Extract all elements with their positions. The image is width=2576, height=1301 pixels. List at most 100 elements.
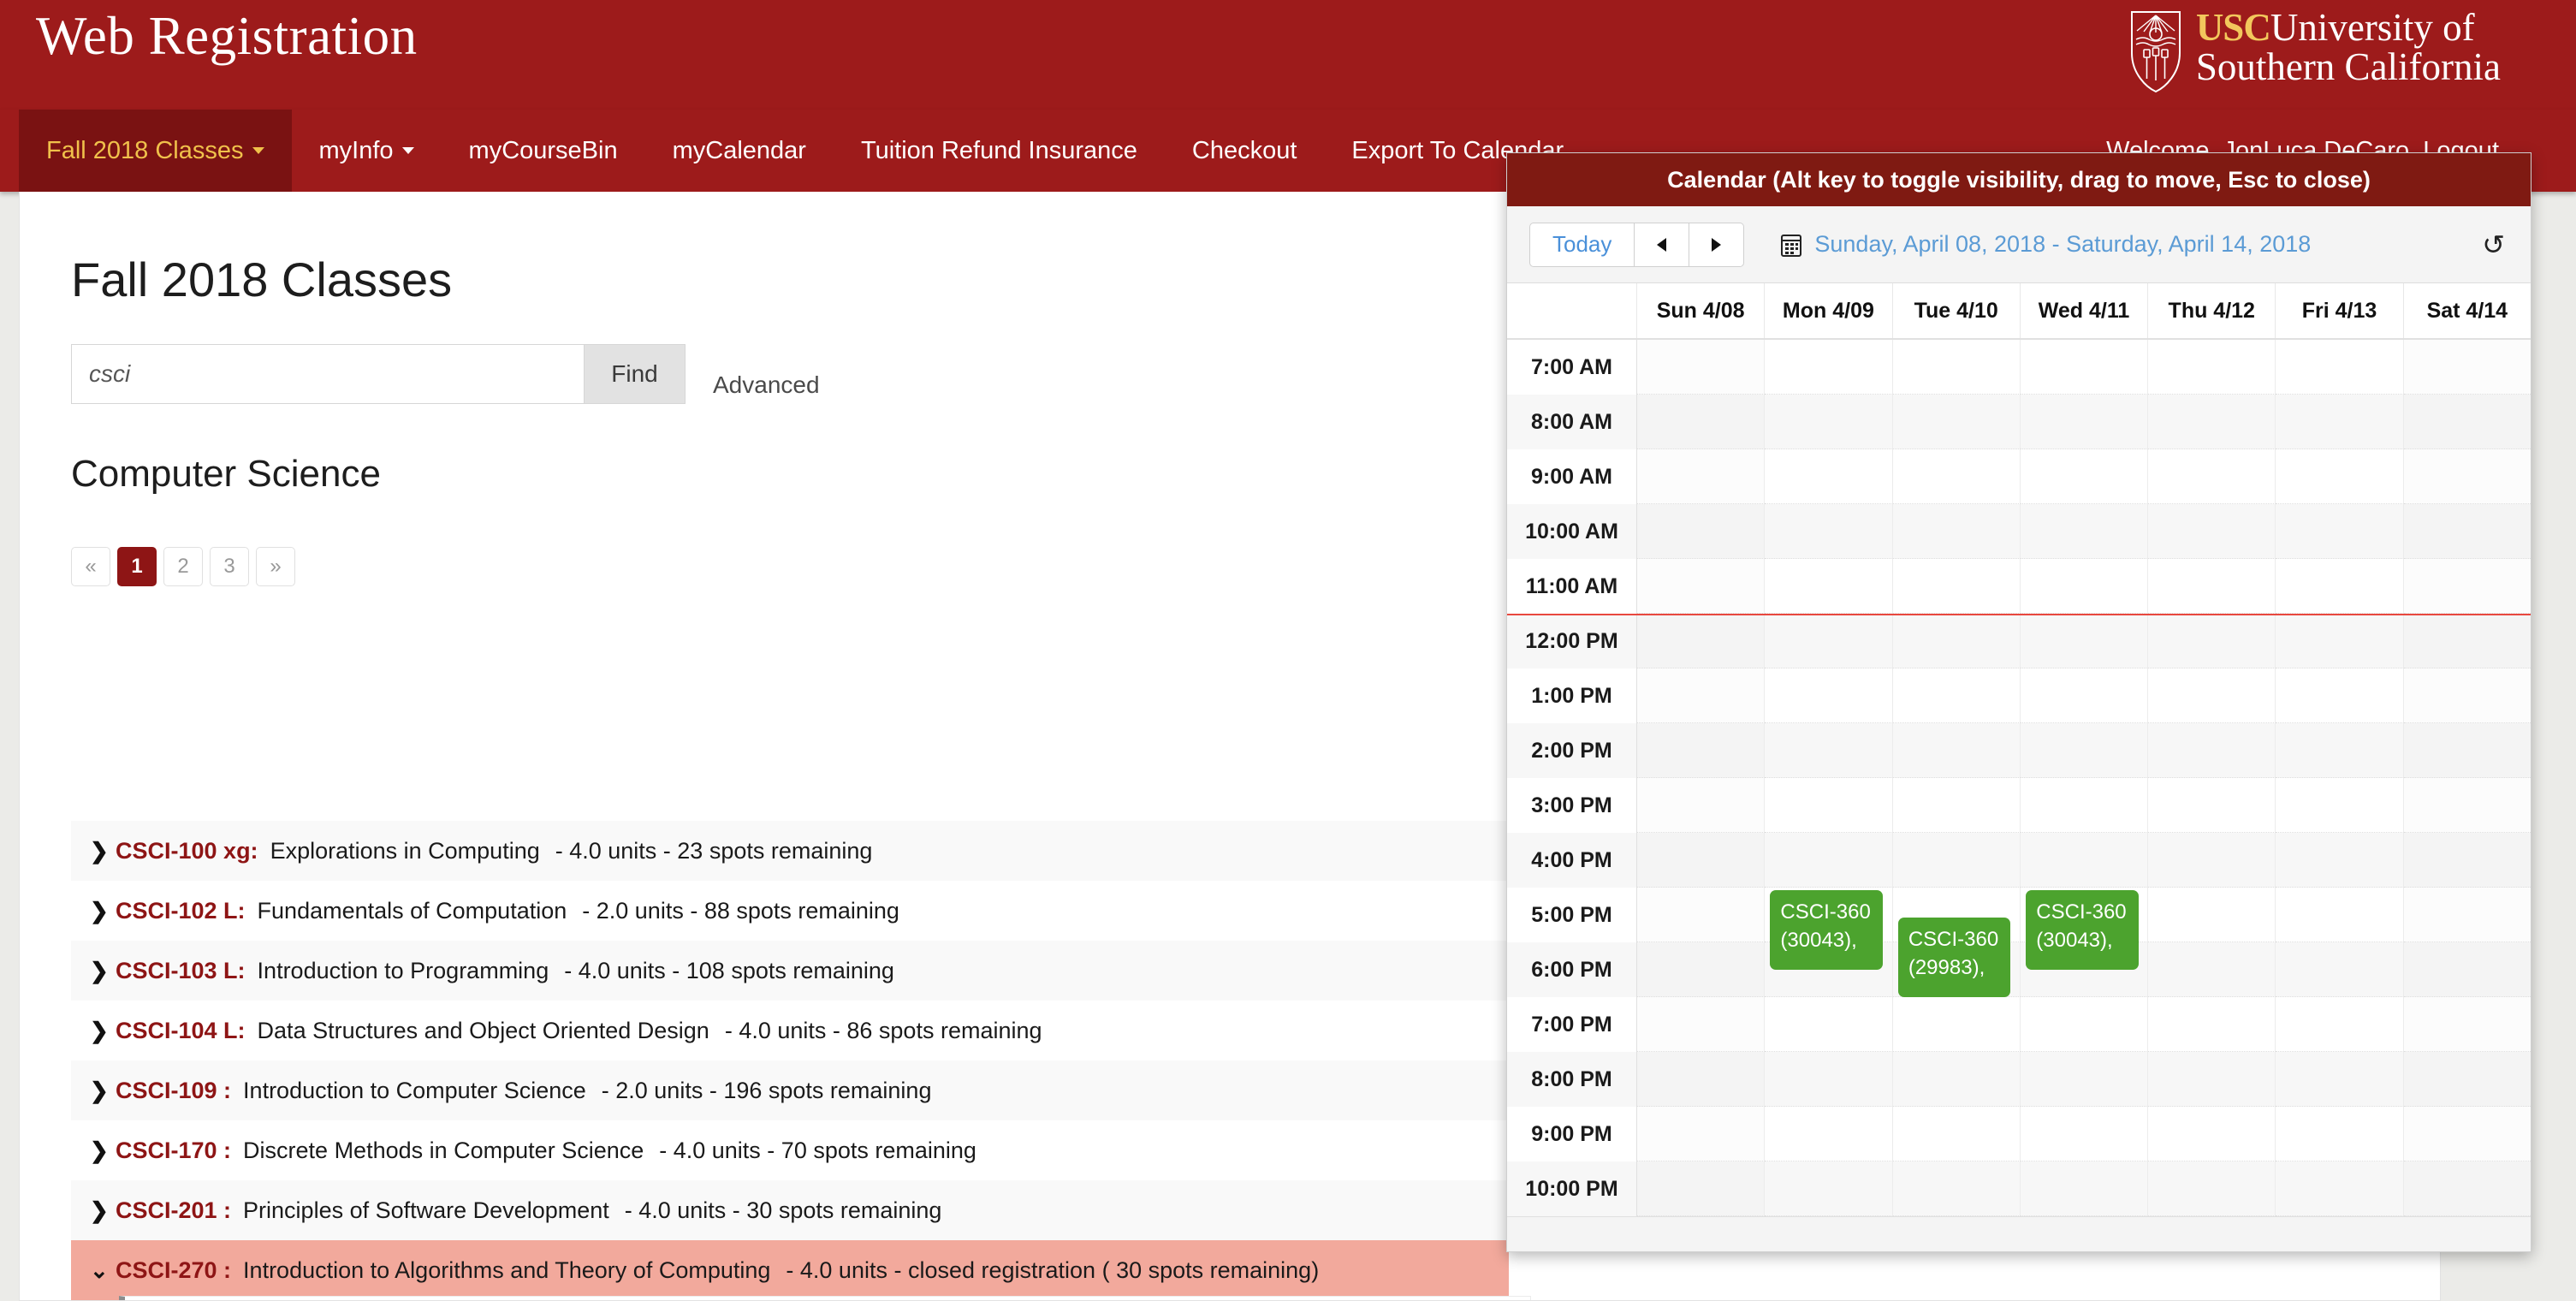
calendar-slot-cell[interactable] bbox=[1637, 340, 1766, 395]
calendar-slot-cell[interactable] bbox=[2020, 723, 2149, 778]
calendar-day-header-thu[interactable]: Thu 4/12 bbox=[2148, 283, 2276, 338]
calendar-slot-cell[interactable] bbox=[1765, 1107, 1893, 1161]
course-row-csci-109[interactable]: ❯ CSCI-109 : Introduction to Computer Sc… bbox=[71, 1060, 1509, 1120]
calendar-slot-cell[interactable] bbox=[2148, 833, 2276, 888]
pagination-page-2[interactable]: 2 bbox=[163, 547, 203, 586]
calendar-slot-cell[interactable] bbox=[2020, 395, 2149, 449]
calendar-slot-cell[interactable] bbox=[1637, 942, 1766, 997]
calendar-slot-cell[interactable] bbox=[1765, 340, 1893, 395]
calendar-slot-cell[interactable] bbox=[2276, 1107, 2404, 1161]
course-row-csci-170[interactable]: ❯ CSCI-170 : Discrete Methods in Compute… bbox=[71, 1120, 1509, 1180]
nav-item-mycoursebin[interactable]: myCourseBin bbox=[442, 110, 645, 192]
nav-item-fall-2018-classes[interactable]: Fall 2018 Classes bbox=[19, 110, 292, 192]
calendar-slot-cell[interactable] bbox=[2276, 395, 2404, 449]
calendar-slot-cell[interactable] bbox=[2148, 888, 2276, 942]
calendar-slot-cell[interactable] bbox=[1637, 614, 1766, 668]
calendar-slot-cell[interactable] bbox=[2020, 1161, 2149, 1216]
calendar-slot-cell[interactable] bbox=[2276, 504, 2404, 559]
calendar-slot-cell[interactable] bbox=[2148, 997, 2276, 1052]
calendar-slot-cell[interactable] bbox=[1892, 1052, 2021, 1107]
nav-item-mycalendar[interactable]: myCalendar bbox=[645, 110, 834, 192]
calendar-slot-cell[interactable] bbox=[1765, 997, 1893, 1052]
calendar-slot-cell[interactable] bbox=[1892, 614, 2021, 668]
nav-item-checkout[interactable]: Checkout bbox=[1165, 110, 1325, 192]
course-row-csci-201[interactable]: ❯ CSCI-201 : Principles of Software Deve… bbox=[71, 1180, 1509, 1240]
course-row-csci-103[interactable]: ❯ CSCI-103 L: Introduction to Programmin… bbox=[71, 941, 1509, 1001]
calendar-slot-cell[interactable] bbox=[1892, 395, 2021, 449]
calendar-slot-cell[interactable] bbox=[1637, 1107, 1766, 1161]
pagination-page-3[interactable]: 3 bbox=[210, 547, 249, 586]
calendar-slot-cell[interactable] bbox=[2148, 723, 2276, 778]
calendar-slot-cell[interactable] bbox=[1637, 668, 1766, 723]
calendar-slot-cell[interactable] bbox=[2276, 833, 2404, 888]
calendar-slot-cell[interactable] bbox=[1892, 504, 2021, 559]
calendar-slot-cell[interactable] bbox=[2403, 449, 2531, 504]
calendar-slot-cell[interactable] bbox=[2403, 559, 2531, 614]
calendar-slot-cell[interactable] bbox=[2276, 1052, 2404, 1107]
calendar-slot-cell[interactable] bbox=[2148, 942, 2276, 997]
calendar-slot-cell[interactable] bbox=[2403, 888, 2531, 942]
calendar-slot-cell[interactable] bbox=[2148, 668, 2276, 723]
calendar-slot-cell[interactable] bbox=[2403, 668, 2531, 723]
calendar-slot-cell[interactable] bbox=[1637, 778, 1766, 833]
calendar-slot-cell[interactable] bbox=[2276, 997, 2404, 1052]
calendar-slot-cell[interactable] bbox=[2148, 1052, 2276, 1107]
nav-item-myinfo[interactable]: myInfo bbox=[292, 110, 442, 192]
calendar-slot-cell[interactable] bbox=[2403, 614, 2531, 668]
course-row-csci-104[interactable]: ❯ CSCI-104 L: Data Structures and Object… bbox=[71, 1001, 1509, 1060]
calendar-slot-cell[interactable] bbox=[2276, 888, 2404, 942]
pagination-prev[interactable]: « bbox=[71, 547, 110, 586]
calendar-slot-cell[interactable] bbox=[1765, 833, 1893, 888]
calendar-slot-cell[interactable] bbox=[1765, 778, 1893, 833]
calendar-slot-cell[interactable] bbox=[1765, 1161, 1893, 1216]
calendar-slot-cell[interactable] bbox=[1765, 614, 1893, 668]
course-row-csci-102[interactable]: ❯ CSCI-102 L: Fundamentals of Computatio… bbox=[71, 881, 1509, 941]
calendar-slot-cell[interactable] bbox=[1892, 340, 2021, 395]
calendar-slot-cell[interactable] bbox=[2403, 1107, 2531, 1161]
calendar-slot-cell[interactable] bbox=[1637, 449, 1766, 504]
calendar-slot-cell[interactable] bbox=[1892, 559, 2021, 614]
calendar-event[interactable]: CSCI-360 (30043), bbox=[1770, 890, 1883, 970]
calendar-slot-cell[interactable] bbox=[1765, 395, 1893, 449]
calendar-slot-cell[interactable] bbox=[2148, 340, 2276, 395]
calendar-slot-cell[interactable] bbox=[2403, 395, 2531, 449]
calendar-slot-cell[interactable] bbox=[1637, 504, 1766, 559]
calendar-slot-cell[interactable] bbox=[1892, 723, 2021, 778]
calendar-slot-cell[interactable] bbox=[2403, 504, 2531, 559]
calendar-slot-cell[interactable] bbox=[1892, 833, 2021, 888]
calendar-date-range[interactable]: Sunday, April 08, 2018 - Saturday, April… bbox=[1780, 231, 2311, 258]
calendar-slot-cell[interactable] bbox=[2276, 340, 2404, 395]
calendar-titlebar[interactable]: Calendar (Alt key to toggle visibility, … bbox=[1507, 153, 2531, 206]
calendar-slot-cell[interactable] bbox=[2276, 1161, 2404, 1216]
course-row-csci-270[interactable]: ⌄ CSCI-270 : Introduction to Algorithms … bbox=[71, 1240, 1509, 1300]
calendar-slot-cell[interactable] bbox=[2403, 942, 2531, 997]
calendar-slot-cell[interactable] bbox=[1765, 668, 1893, 723]
calendar-day-header-sat[interactable]: Sat 4/14 bbox=[2404, 283, 2531, 338]
calendar-slot-cell[interactable] bbox=[2276, 778, 2404, 833]
advanced-search-link[interactable]: Advanced bbox=[713, 371, 820, 399]
calendar-prev-week-button[interactable] bbox=[1635, 222, 1690, 267]
calendar-slot-cell[interactable] bbox=[2020, 559, 2149, 614]
calendar-slot-cell[interactable] bbox=[2403, 1052, 2531, 1107]
calendar-slot-cell[interactable] bbox=[1637, 1052, 1766, 1107]
pagination-next[interactable]: » bbox=[256, 547, 295, 586]
calendar-slot-cell[interactable] bbox=[1892, 1107, 2021, 1161]
calendar-slot-cell[interactable] bbox=[1765, 559, 1893, 614]
find-button[interactable]: Find bbox=[585, 344, 686, 404]
calendar-slot-cell[interactable] bbox=[1765, 1052, 1893, 1107]
calendar-slot-cell[interactable] bbox=[2148, 1161, 2276, 1216]
calendar-slot-cell[interactable] bbox=[2276, 614, 2404, 668]
calendar-slot-cell[interactable] bbox=[1765, 504, 1893, 559]
calendar-slot-cell[interactable] bbox=[2020, 614, 2149, 668]
calendar-slot-cell[interactable] bbox=[2403, 723, 2531, 778]
calendar-slot-cell[interactable] bbox=[1637, 1161, 1766, 1216]
calendar-slot-cell[interactable] bbox=[2020, 449, 2149, 504]
calendar-slot-cell[interactable] bbox=[2403, 340, 2531, 395]
calendar-slot-cell[interactable] bbox=[1637, 723, 1766, 778]
calendar-day-header-fri[interactable]: Fri 4/13 bbox=[2276, 283, 2404, 338]
calendar-slot-cell[interactable] bbox=[2020, 833, 2149, 888]
calendar-slot-cell[interactable] bbox=[1637, 559, 1766, 614]
calendar-slot-cell[interactable] bbox=[2148, 504, 2276, 559]
calendar-slot-cell[interactable] bbox=[2020, 1052, 2149, 1107]
calendar-slot-cell[interactable] bbox=[2148, 559, 2276, 614]
